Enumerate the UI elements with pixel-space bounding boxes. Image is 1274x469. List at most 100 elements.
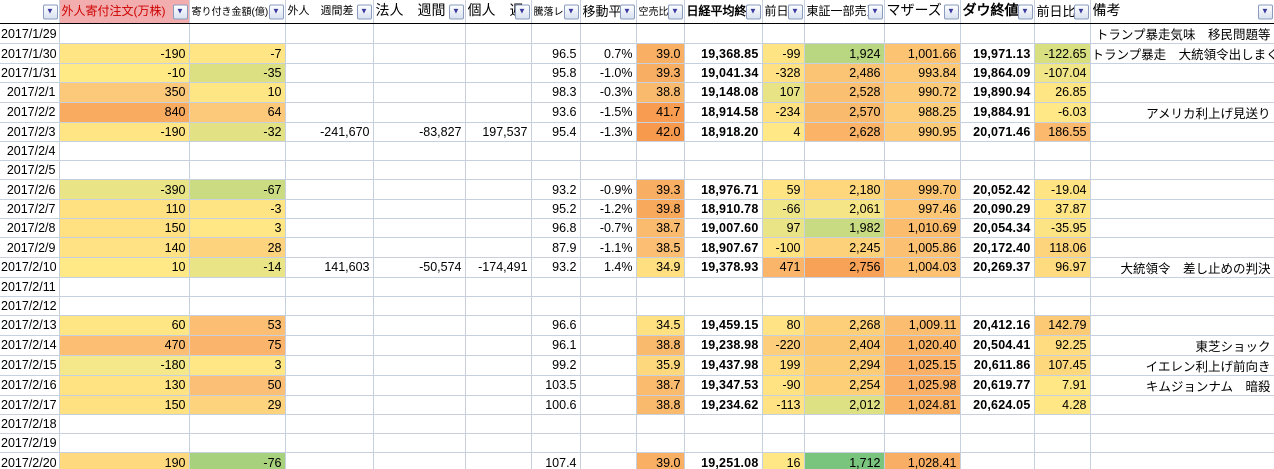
cell-toraku-ratio[interactable]: 95.4 <box>531 122 580 141</box>
cell-mothers-index[interactable]: 1,025.98 <box>884 375 960 395</box>
cell-nikkei-close[interactable]: 19,238.98 <box>684 335 762 355</box>
cell-moving-average[interactable] <box>580 414 636 433</box>
cell-hojin-weekly[interactable] <box>373 44 465 64</box>
cell-hojin-weekly[interactable]: -50,574 <box>373 257 465 277</box>
cell-short-sell-ratio[interactable]: 39.3 <box>636 64 684 83</box>
cell-hojin-weekly[interactable] <box>373 395 465 414</box>
cell-yoritsuki-kingaku[interactable] <box>189 24 285 44</box>
cell-moving-average[interactable] <box>580 277 636 296</box>
cell-hojin-weekly[interactable] <box>373 414 465 433</box>
cell-dow-prev-diff[interactable]: -107.04 <box>1034 64 1090 83</box>
cell-nikkei-close[interactable]: 19,251.08 <box>684 453 762 469</box>
cell-prev-day-diff[interactable]: -328 <box>762 64 804 83</box>
cell-short-sell-ratio[interactable]: 38.8 <box>636 395 684 414</box>
cell-remarks[interactable] <box>1090 277 1274 296</box>
cell-dow-prev-diff[interactable] <box>1034 453 1090 469</box>
cell-remarks[interactable]: 大統領令 差し止めの判決 <box>1090 257 1274 277</box>
cell-gaijin-yoritsuki-order[interactable]: 60 <box>59 316 189 335</box>
cell-tse1-volume[interactable] <box>804 414 884 433</box>
cell-remarks[interactable]: トランプ暴走気味 移民問題等 <box>1090 24 1274 44</box>
cell-hojin-weekly[interactable] <box>373 375 465 395</box>
cell-gaijin-yoritsuki-order[interactable] <box>59 277 189 296</box>
cell-short-sell-ratio[interactable]: 39.0 <box>636 44 684 64</box>
cell-tse1-volume[interactable]: 2,012 <box>804 395 884 414</box>
cell-kojin-weekly[interactable] <box>465 24 531 44</box>
cell-gaijin-yoritsuki-order[interactable] <box>59 296 189 315</box>
cell-moving-average[interactable]: -0.9% <box>580 180 636 199</box>
cell-toraku-ratio[interactable]: 93.6 <box>531 102 580 122</box>
cell-prev-day-diff[interactable]: 16 <box>762 453 804 469</box>
cell-gaijin-yoritsuki-order[interactable] <box>59 434 189 453</box>
cell-dow-close[interactable]: 19,884.91 <box>960 102 1034 122</box>
cell-yoritsuki-kingaku[interactable]: -67 <box>189 180 285 199</box>
cell-dow-prev-diff[interactable] <box>1034 141 1090 160</box>
cell-gaijin-weekly[interactable] <box>285 24 373 44</box>
cell-toraku-ratio[interactable]: 99.2 <box>531 355 580 375</box>
cell-tse1-volume[interactable]: 2,245 <box>804 238 884 257</box>
cell-kojin-weekly[interactable] <box>465 219 531 238</box>
cell-moving-average[interactable]: -0.7% <box>580 219 636 238</box>
cell-toraku-ratio[interactable]: 96.1 <box>531 335 580 355</box>
date-cell[interactable]: 2017/2/17 <box>0 395 59 414</box>
cell-moving-average[interactable] <box>580 141 636 160</box>
cell-tse1-volume[interactable]: 2,294 <box>804 355 884 375</box>
cell-hojin-weekly[interactable] <box>373 64 465 83</box>
date-cell[interactable]: 2017/1/31 <box>0 64 59 83</box>
cell-prev-day-diff[interactable]: -234 <box>762 102 804 122</box>
cell-gaijin-weekly[interactable]: -241,670 <box>285 122 373 141</box>
cell-mothers-index[interactable] <box>884 434 960 453</box>
cell-dow-close[interactable]: 19,890.94 <box>960 83 1034 102</box>
cell-gaijin-yoritsuki-order[interactable]: 10 <box>59 257 189 277</box>
cell-hojin-weekly[interactable] <box>373 141 465 160</box>
cell-gaijin-yoritsuki-order[interactable]: -10 <box>59 64 189 83</box>
cell-short-sell-ratio[interactable]: 38.7 <box>636 375 684 395</box>
cell-short-sell-ratio[interactable] <box>636 434 684 453</box>
date-cell[interactable]: 2017/2/4 <box>0 141 59 160</box>
cell-dow-prev-diff[interactable]: 92.25 <box>1034 335 1090 355</box>
cell-mothers-index[interactable] <box>884 141 960 160</box>
cell-yoritsuki-kingaku[interactable]: 29 <box>189 395 285 414</box>
cell-dow-close[interactable] <box>960 453 1034 469</box>
cell-remarks[interactable] <box>1090 199 1274 218</box>
cell-mothers-index[interactable] <box>884 161 960 180</box>
cell-tse1-volume[interactable]: 1,982 <box>804 219 884 238</box>
cell-gaijin-yoritsuki-order[interactable] <box>59 414 189 433</box>
cell-gaijin-yoritsuki-order[interactable]: 150 <box>59 219 189 238</box>
cell-dow-prev-diff[interactable] <box>1034 434 1090 453</box>
cell-prev-day-diff[interactable]: 199 <box>762 355 804 375</box>
cell-moving-average[interactable]: -1.0% <box>580 64 636 83</box>
cell-short-sell-ratio[interactable]: 39.0 <box>636 453 684 469</box>
cell-remarks[interactable] <box>1090 453 1274 469</box>
cell-dow-prev-diff[interactable]: 7.91 <box>1034 375 1090 395</box>
cell-short-sell-ratio[interactable]: 38.8 <box>636 335 684 355</box>
cell-moving-average[interactable] <box>580 24 636 44</box>
cell-remarks[interactable] <box>1090 219 1274 238</box>
cell-short-sell-ratio[interactable] <box>636 24 684 44</box>
cell-gaijin-yoritsuki-order[interactable]: 470 <box>59 335 189 355</box>
cell-tse1-volume[interactable]: 2,628 <box>804 122 884 141</box>
cell-dow-prev-diff[interactable]: -6.03 <box>1034 102 1090 122</box>
cell-short-sell-ratio[interactable]: 34.5 <box>636 316 684 335</box>
cell-toraku-ratio[interactable]: 95.2 <box>531 199 580 218</box>
cell-remarks[interactable] <box>1090 434 1274 453</box>
cell-moving-average[interactable] <box>580 453 636 469</box>
cell-yoritsuki-kingaku[interactable]: 64 <box>189 102 285 122</box>
cell-kojin-weekly[interactable] <box>465 316 531 335</box>
cell-prev-day-diff[interactable]: 4 <box>762 122 804 141</box>
cell-gaijin-weekly[interactable] <box>285 395 373 414</box>
date-cell[interactable]: 2017/2/15 <box>0 355 59 375</box>
filter-dropdown-icon[interactable]: ▼ <box>1258 4 1273 19</box>
cell-gaijin-weekly[interactable] <box>285 64 373 83</box>
cell-mothers-index[interactable]: 1,020.40 <box>884 335 960 355</box>
cell-short-sell-ratio[interactable]: 39.8 <box>636 199 684 218</box>
cell-gaijin-yoritsuki-order[interactable]: 350 <box>59 83 189 102</box>
cell-dow-prev-diff[interactable] <box>1034 24 1090 44</box>
cell-dow-close[interactable]: 20,504.41 <box>960 335 1034 355</box>
filter-dropdown-icon[interactable]: ▼ <box>1018 4 1033 19</box>
cell-nikkei-close[interactable]: 18,976.71 <box>684 180 762 199</box>
cell-short-sell-ratio[interactable]: 34.9 <box>636 257 684 277</box>
filter-dropdown-icon[interactable]: ▼ <box>515 4 530 19</box>
date-cell[interactable]: 2017/2/14 <box>0 335 59 355</box>
cell-nikkei-close[interactable] <box>684 24 762 44</box>
cell-short-sell-ratio[interactable]: 38.7 <box>636 219 684 238</box>
